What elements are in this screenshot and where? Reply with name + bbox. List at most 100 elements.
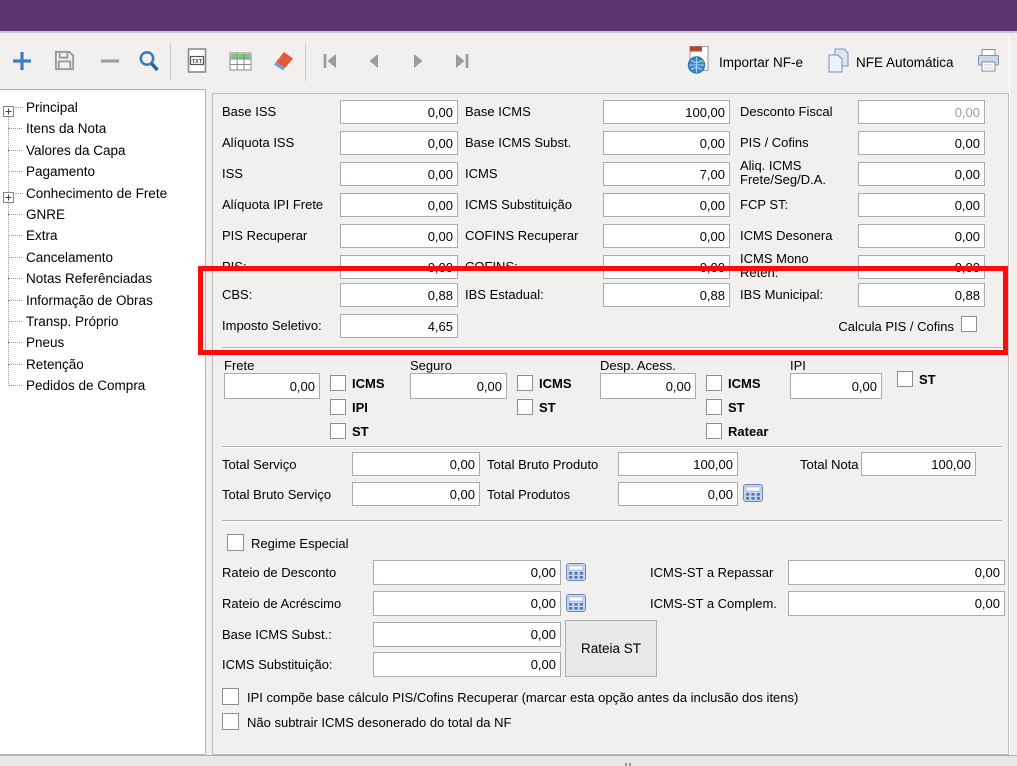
clear-button[interactable]	[266, 46, 298, 78]
ibs-estadual-field[interactable]	[603, 283, 730, 307]
sidebar-item-pneus[interactable]: Pneus	[0, 332, 198, 353]
base-iss-field[interactable]	[340, 100, 458, 124]
sidebar-item-pagamento[interactable]: Pagamento	[0, 161, 198, 182]
ipi-compoe-checkbox[interactable]	[222, 688, 239, 705]
splitter-grip[interactable]	[625, 758, 635, 765]
search-button[interactable]	[133, 46, 165, 78]
frete-icms-checkbox[interactable]	[330, 375, 346, 391]
export-txt-button[interactable]: TXT	[181, 46, 213, 78]
fcp-st-field[interactable]	[858, 193, 985, 217]
nav-prev-button[interactable]	[358, 46, 390, 78]
rateio-desconto-calculator-button[interactable]	[566, 563, 586, 581]
frete-field[interactable]	[224, 373, 320, 399]
total-produtos-label: Total Produtos	[487, 487, 570, 502]
total-bruto-produto-field[interactable]	[618, 452, 738, 476]
total-servico-field[interactable]	[352, 452, 480, 476]
toolbar-separator	[170, 43, 171, 81]
nav-last-icon	[452, 51, 472, 74]
nav-next-icon	[408, 51, 428, 74]
icms-field[interactable]	[603, 162, 730, 186]
tree-connector	[15, 107, 23, 108]
title-bar	[0, 0, 1017, 33]
sidebar-item-valores-da-capa[interactable]: Valores da Capa	[0, 140, 198, 161]
nav-first-button[interactable]	[314, 46, 346, 78]
desp-acess-st-checkbox[interactable]	[706, 399, 722, 415]
desp-acess-field[interactable]	[600, 373, 696, 399]
import-nfe-button[interactable]: Importar NF-e	[683, 47, 803, 77]
seguro-st-checkbox[interactable]	[517, 399, 533, 415]
ibs-municipal-field[interactable]	[858, 283, 985, 307]
seguro-field[interactable]	[410, 373, 507, 399]
frete-ipi-checkbox[interactable]	[330, 399, 346, 415]
tree-connector	[8, 214, 22, 215]
add-record-button[interactable]	[6, 46, 38, 78]
icms-st-complem-field[interactable]	[788, 591, 1005, 616]
import-nfe-icon	[683, 45, 713, 79]
rateio-acrescimo-calculator-button[interactable]	[566, 594, 586, 612]
sidebar-item-retencao[interactable]: Retenção	[0, 354, 198, 375]
sidebar-item-transp-proprio[interactable]: Transp. Próprio	[0, 311, 198, 332]
nav-next-button[interactable]	[402, 46, 434, 78]
rateio-acrescimo-field[interactable]	[373, 591, 561, 616]
cofins-recuperar-field[interactable]	[603, 224, 730, 248]
sidebar-item-notas-referenciadas[interactable]: Notas Referênciadas	[0, 268, 198, 289]
tree-connector	[8, 235, 22, 236]
desconto-fiscal-field[interactable]	[858, 100, 985, 124]
total-bruto-servico-field[interactable]	[352, 482, 480, 506]
base-icms-subst2-field[interactable]	[373, 622, 561, 647]
iss-field[interactable]	[340, 162, 458, 186]
desp-acess-ratear-checkbox[interactable]	[706, 423, 722, 439]
grid-view-button[interactable]	[224, 46, 256, 78]
regime-especial-checkbox[interactable]	[227, 534, 244, 551]
desp-acess-icms-checkbox[interactable]	[706, 375, 722, 391]
nav-last-button[interactable]	[446, 46, 478, 78]
icms-substituicao2-field[interactable]	[373, 652, 561, 677]
pis-recuperar-field[interactable]	[340, 224, 458, 248]
txt-file-icon: TXT	[184, 47, 210, 77]
rateio-desconto-field[interactable]	[373, 560, 561, 585]
sidebar-item-pedidos-de-compra[interactable]: Pedidos de Compra	[0, 375, 198, 396]
tree-connector	[8, 257, 22, 258]
save-icon	[53, 49, 76, 75]
icms-desonera-field[interactable]	[858, 224, 985, 248]
icms-st-repassar-field[interactable]	[788, 560, 1005, 585]
aliquota-ipi-frete-field[interactable]	[340, 193, 458, 217]
print-button[interactable]	[972, 46, 1004, 78]
sidebar-item-conhecimento-de-frete[interactable]: Conhecimento de Frete	[0, 183, 198, 204]
copy-pages-icon	[826, 47, 850, 77]
cbs-field[interactable]	[340, 283, 458, 307]
ibs-estadual-label: IBS Estadual:	[465, 287, 544, 302]
rateia-st-button[interactable]: Rateia ST	[565, 620, 657, 677]
sidebar-item-principal[interactable]: Principal	[0, 97, 198, 118]
seguro-icms-checkbox[interactable]	[517, 375, 533, 391]
sidebar-item-informacao-de-obras[interactable]: Informação de Obras	[0, 290, 198, 311]
sidebar-item-gnre[interactable]: GNRE	[0, 204, 198, 225]
tree-connector	[8, 321, 22, 322]
total-produtos-calculator-button[interactable]	[743, 484, 763, 502]
total-produtos-field[interactable]	[618, 482, 738, 506]
save-button[interactable]	[48, 46, 80, 78]
pis-cofins-field[interactable]	[858, 131, 985, 155]
pis-field[interactable]	[340, 255, 458, 279]
ipi-st-checkbox[interactable]	[897, 371, 913, 387]
nfe-automatica-label: NFE Automática	[856, 55, 954, 70]
icms-mono-reten-field[interactable]	[858, 255, 985, 279]
delete-record-button[interactable]	[94, 46, 126, 78]
frete-st-checkbox[interactable]	[330, 423, 346, 439]
calcula-pis-cofins-checkbox[interactable]	[961, 316, 977, 332]
sidebar-item-itens-da-nota[interactable]: Itens da Nota	[0, 118, 198, 139]
aliq-icms-frete-field[interactable]	[858, 162, 985, 186]
nav-first-icon	[320, 51, 340, 74]
cofins-field[interactable]	[603, 255, 730, 279]
base-icms-subst-field[interactable]	[603, 131, 730, 155]
base-icms-field[interactable]	[603, 100, 730, 124]
total-nota-field[interactable]	[861, 452, 976, 476]
aliquota-iss-field[interactable]	[340, 131, 458, 155]
sidebar-item-extra[interactable]: Extra	[0, 225, 198, 246]
imposto-seletivo-field[interactable]	[340, 314, 458, 338]
sidebar-item-cancelamento[interactable]: Cancelamento	[0, 247, 198, 268]
nao-subtrair-checkbox[interactable]	[222, 713, 239, 730]
nfe-automatica-button[interactable]: NFE Automática	[826, 47, 954, 77]
ipi-field[interactable]	[790, 373, 882, 399]
icms-substituicao-field[interactable]	[603, 193, 730, 217]
